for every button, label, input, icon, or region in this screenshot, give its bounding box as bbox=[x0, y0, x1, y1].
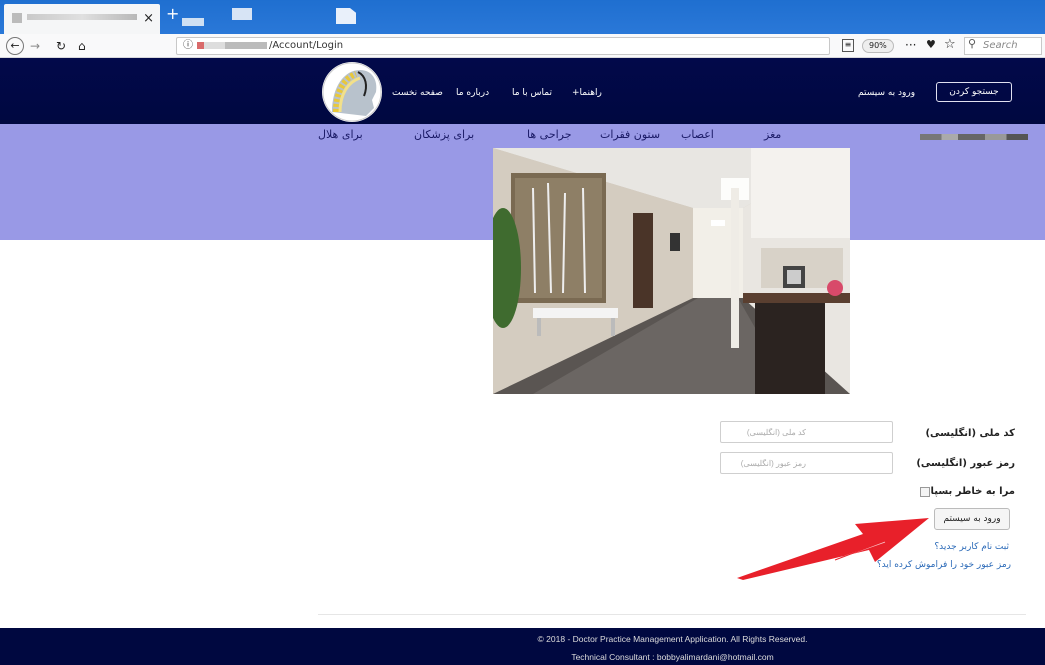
password-input[interactable] bbox=[720, 452, 893, 474]
red-arrow-annotation bbox=[735, 512, 935, 582]
zoom-indicator[interactable]: 90% bbox=[862, 39, 894, 53]
register-link[interactable]: ثبت نام کاربر جدید؟ bbox=[934, 542, 1009, 552]
bookmark-star-icon[interactable]: ☆ bbox=[944, 37, 956, 52]
login-submit-button[interactable]: ورود به سیستم bbox=[934, 508, 1010, 530]
favicon-icon bbox=[12, 13, 22, 23]
nav-about-link[interactable]: درباره ما bbox=[456, 88, 489, 98]
spine-logo[interactable] bbox=[322, 62, 382, 122]
browser-tab-active[interactable]: × bbox=[4, 4, 160, 34]
national-id-input[interactable] bbox=[720, 421, 893, 443]
url-path: /Account/Login bbox=[269, 40, 344, 51]
category-spine-link[interactable]: ستون فقرات bbox=[600, 128, 660, 141]
blurred-tab[interactable] bbox=[182, 18, 204, 26]
header-login-link[interactable]: ورود به سیستم bbox=[858, 88, 915, 98]
pocket-icon[interactable]: ♥ bbox=[926, 38, 936, 51]
search-icon: ⚲ bbox=[968, 37, 977, 50]
back-icon[interactable]: ← bbox=[6, 37, 24, 55]
url-bar[interactable]: ⓘ /Account/Login bbox=[176, 37, 830, 55]
office-hallway-graphic bbox=[493, 148, 850, 394]
remember-me-label: مرا به خاطر بسپار bbox=[924, 486, 1015, 497]
spine-logo-graphic bbox=[322, 62, 382, 122]
forward-icon[interactable]: → bbox=[30, 37, 40, 55]
tab-title-blurred bbox=[27, 14, 137, 20]
footer-copyright: © 2018 - Doctor Practice Management Appl… bbox=[537, 634, 808, 644]
category-brain-link[interactable]: مغز bbox=[764, 128, 781, 141]
footer-consultant: Technical Consultant : bobbyalimardani@h… bbox=[571, 652, 774, 662]
site-info-icon[interactable]: ⓘ bbox=[183, 40, 193, 51]
category-nerves-link[interactable]: اعصاب bbox=[681, 128, 714, 141]
arrow-graphic bbox=[737, 518, 929, 580]
office-hallway-photo bbox=[493, 148, 850, 394]
reload-icon[interactable]: ↻ bbox=[56, 37, 66, 55]
content-divider bbox=[318, 614, 1026, 615]
nav-guide-link[interactable]: راهنما+ bbox=[572, 88, 602, 98]
national-id-label: کد ملی (انگلیسی) bbox=[925, 428, 1015, 439]
home-icon[interactable]: ⌂ bbox=[78, 37, 86, 55]
category-doctors-link[interactable]: برای پزشکان bbox=[414, 128, 474, 141]
new-tab-button[interactable]: + bbox=[166, 4, 179, 23]
password-label: رمز عبور (انگلیسی) bbox=[916, 458, 1015, 469]
page-actions-icon[interactable]: ··· bbox=[905, 38, 916, 52]
category-surgeries-link[interactable]: جراحی ها bbox=[527, 128, 572, 141]
nav-home-link[interactable]: صفحه نخست bbox=[392, 88, 443, 98]
blurred-site-name bbox=[920, 134, 1028, 140]
url-host-blurred bbox=[197, 42, 267, 49]
category-hilal-link[interactable]: برای هلال bbox=[318, 128, 363, 141]
header-search-button[interactable]: جستجو کردن bbox=[936, 82, 1012, 102]
browser-nav-bar: ← → ↻ ⌂ ⓘ/Account/Login ≡ 90% ··· ♥ ☆ Se… bbox=[0, 34, 1045, 58]
reader-view-icon[interactable]: ≡ bbox=[842, 39, 854, 52]
remember-me-checkbox[interactable] bbox=[920, 487, 930, 497]
tab-close-icon[interactable]: × bbox=[143, 11, 154, 26]
nav-contact-link[interactable]: تماس با ما bbox=[512, 88, 552, 98]
blurred-tab[interactable] bbox=[232, 8, 252, 20]
